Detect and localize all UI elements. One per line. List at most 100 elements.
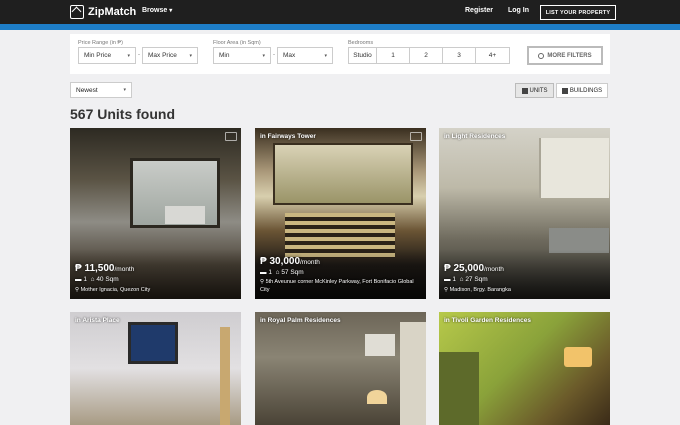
more-filters-button[interactable]: MORE FILTERS	[527, 46, 603, 65]
card-specs: ▬ 1 ⌂ 57 Sqm	[260, 269, 304, 276]
bed-icon: ▬	[444, 276, 451, 283]
min-area-value: Min	[219, 52, 230, 59]
unit-card[interactable]: in Light Residences ₱ 25,000/month ▬ 1 ⌂…	[439, 128, 610, 299]
area-value: 40 Sqm	[96, 276, 119, 283]
unit-card[interactable]: in Fairways Tower ₱ 30,000/month ▬ 1 ⌂ 5…	[255, 128, 426, 299]
buildings-view-toggle[interactable]: BUILDINGS	[556, 83, 608, 98]
card-building-label: in Light Residences	[444, 133, 506, 140]
area-value: 27 Sqm	[465, 276, 488, 283]
aircon-photo	[165, 206, 205, 224]
list-property-button[interactable]: LIST YOUR PROPERTY	[540, 5, 616, 20]
unit-card[interactable]: in Royal Palm Residences	[255, 312, 426, 425]
location-pin-icon: ⚲	[75, 287, 80, 293]
card-price: ₱ 30,000/month	[260, 256, 320, 267]
price-range-label: Price Range (in ₱)	[78, 40, 123, 46]
card-specs: ▬ 1 ⌂ 40 Sqm	[75, 276, 119, 283]
lamp-photo	[367, 390, 387, 404]
card-address: ⚲ Mother Ignacia, Quezon City	[75, 287, 235, 295]
price-value: ₱ 30,000	[260, 256, 301, 267]
units-toggle-label: UNITS	[529, 87, 548, 94]
price-value: ₱ 25,000	[444, 263, 485, 274]
address-text: Madison, Brgy. Barangka	[449, 287, 511, 293]
logo-icon	[70, 5, 84, 19]
address-text: Mother Ignacia, Quezon City	[80, 287, 151, 293]
card-price: ₱ 11,500/month	[75, 263, 134, 274]
bed-icon: ▬	[260, 269, 267, 276]
bed-icon: ▬	[75, 276, 82, 283]
card-building-label: in Arista Place	[75, 317, 120, 324]
max-area-value: Max	[283, 52, 296, 59]
floor-area-label: Floor Area (in Sqm)	[213, 40, 261, 46]
unit-card[interactable]: in Tivoli Garden Residences	[439, 312, 610, 425]
location-pin-icon: ⚲	[444, 287, 449, 293]
location-pin-icon: ⚲	[260, 279, 265, 285]
home-icon: ⌂	[90, 276, 95, 283]
search-icon	[538, 52, 545, 59]
price-period: /month	[300, 259, 320, 266]
aircon-photo	[365, 334, 395, 356]
zipmatch-logo[interactable]: ZipMatch	[70, 4, 136, 20]
units-view-toggle[interactable]: UNITS	[515, 83, 554, 98]
card-building-label: in Tivoli Garden Residences	[444, 317, 531, 324]
bedroom-studio[interactable]: Studio	[348, 47, 377, 64]
window-photo	[273, 143, 413, 205]
bed-count: 1	[452, 276, 456, 283]
unit-card[interactable]: ₱ 11,500/month ▬ 1 ⌂ 40 Sqm ⚲ Mother Ign…	[70, 128, 241, 299]
max-area-select[interactable]: Max ▾	[277, 47, 333, 64]
min-area-select[interactable]: Min ▾	[213, 47, 271, 64]
sort-value: Newest	[76, 86, 98, 94]
card-building-label: in Royal Palm Residences	[260, 317, 341, 324]
gallery-icon[interactable]	[410, 132, 422, 141]
chandelier-photo	[564, 347, 592, 367]
cabinet-photo	[539, 138, 609, 198]
caret-down-icon: ▾	[169, 8, 173, 14]
bedroom-3[interactable]: 3	[443, 47, 476, 64]
max-price-select[interactable]: Max Price ▾	[142, 47, 198, 64]
range-dash: -	[273, 52, 275, 58]
browse-menu[interactable]: Browse ▾	[142, 7, 172, 14]
price-period: /month	[114, 266, 135, 273]
login-link[interactable]: Log In	[508, 7, 529, 14]
home-icon: ⌂	[275, 269, 280, 276]
shelf-photo	[220, 327, 230, 425]
more-filters-label: MORE FILTERS	[547, 52, 592, 59]
painting-photo	[128, 322, 178, 364]
gallery-icon[interactable]	[225, 132, 237, 141]
top-navbar: ZipMatch Browse ▾ Register Log In LIST YO…	[0, 0, 680, 24]
chevron-down-icon: ▾	[262, 52, 265, 59]
chevron-down-icon: ▾	[127, 52, 130, 59]
filter-bar: Price Range (in ₱) Min Price ▾ - Max Pric…	[70, 34, 610, 74]
bedroom-1[interactable]: 1	[377, 47, 410, 64]
home-icon: ⌂	[459, 276, 464, 283]
range-dash: -	[138, 52, 140, 58]
results-count: 567 Units found	[70, 106, 176, 122]
price-value: ₱ 11,500	[75, 263, 115, 274]
sort-select[interactable]: Newest ▾	[70, 82, 132, 98]
card-address: ⚲ Madison, Brgy. Barangka	[444, 287, 604, 295]
card-address: ⚲ 5th Aveunue corner McKinley Parkway, F…	[260, 279, 420, 294]
address-text: 5th Aveunue corner McKinley Parkway, For…	[260, 279, 414, 293]
unit-card[interactable]: in Arista Place	[70, 312, 241, 425]
wall-photo	[439, 352, 479, 425]
bedroom-2[interactable]: 2	[410, 47, 443, 64]
bedroom-4-plus[interactable]: 4+	[476, 47, 510, 64]
bed-count: 1	[83, 276, 87, 283]
logo-text: ZipMatch	[88, 6, 137, 18]
min-price-select[interactable]: Min Price ▾	[78, 47, 136, 64]
card-building-label: in Fairways Tower	[260, 133, 316, 140]
chevron-down-icon: ▾	[123, 87, 126, 93]
chevron-down-icon: ▾	[189, 52, 192, 59]
curtain-photo	[400, 322, 426, 425]
min-price-value: Min Price	[84, 52, 112, 59]
chevron-down-icon: ▾	[324, 52, 327, 59]
register-link[interactable]: Register	[465, 7, 493, 14]
browse-label: Browse	[142, 7, 168, 14]
bed-count: 1	[268, 269, 272, 276]
grid-icon	[521, 87, 528, 94]
card-price: ₱ 25,000/month	[444, 263, 504, 274]
area-value: 57 Sqm	[281, 269, 304, 276]
price-period: /month	[484, 266, 504, 273]
nav-accent-stripe	[0, 24, 680, 30]
card-specs: ▬ 1 ⌂ 27 Sqm	[444, 276, 488, 283]
building-icon	[561, 87, 568, 94]
